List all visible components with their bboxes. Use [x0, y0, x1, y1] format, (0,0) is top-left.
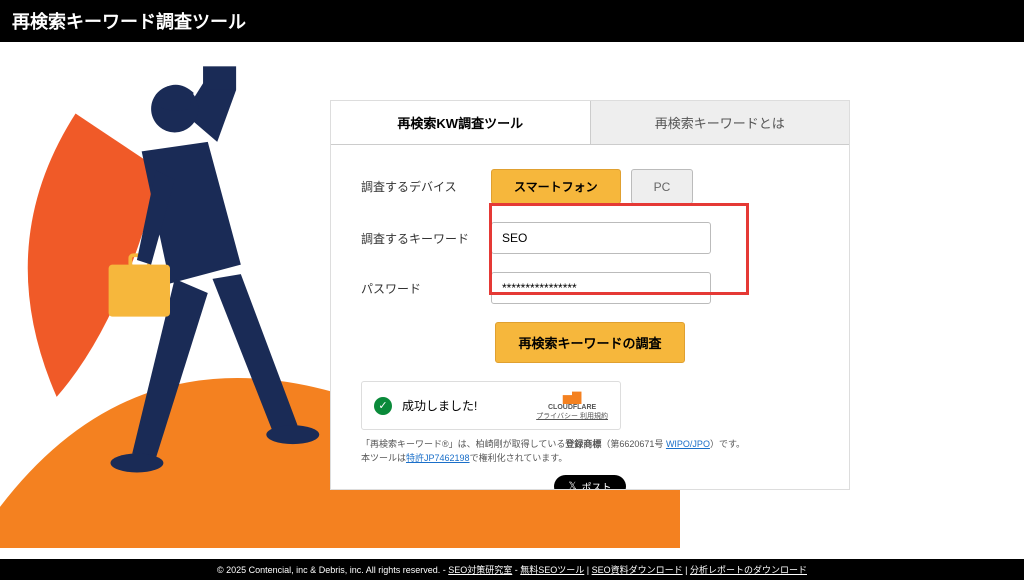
password-label: パスワード: [361, 280, 491, 297]
password-input[interactable]: [491, 272, 711, 304]
device-smartphone-button[interactable]: スマートフォン: [491, 169, 621, 204]
footer-link-1[interactable]: 無料SEOツール: [520, 565, 584, 575]
check-icon: ✓: [374, 397, 392, 415]
main-panel: 再検索KW調査ツール 再検索キーワードとは 調査するデバイス スマートフォン P…: [330, 100, 850, 490]
cloudflare-brand: ▅▇ CLOUDFLARE プライバシー 利用規約: [536, 390, 608, 421]
x-icon: 𝕏: [568, 481, 576, 489]
device-pc-button[interactable]: PC: [631, 169, 694, 204]
panel-body: 調査するデバイス スマートフォン PC 調査するキーワード パスワード 再検索キ…: [331, 145, 849, 489]
tab-about[interactable]: 再検索キーワードとは: [591, 101, 850, 144]
device-label: 調査するデバイス: [361, 178, 491, 195]
patent-link[interactable]: 特許JP7462198: [406, 453, 470, 463]
keyword-label: 調査するキーワード: [361, 230, 491, 247]
keyword-row: 調査するキーワード: [361, 222, 819, 254]
footer-link-3[interactable]: 分析レポートのダウンロード: [690, 565, 807, 575]
captcha-status: 成功しました!: [402, 397, 477, 414]
page-title: 再検索キーワード調査ツール: [12, 12, 246, 32]
footer-link-0[interactable]: SEO対策研究室: [448, 565, 512, 575]
password-row: パスワード: [361, 272, 819, 304]
tab-bar: 再検索KW調査ツール 再検索キーワードとは: [331, 101, 849, 145]
submit-button[interactable]: 再検索キーワードの調査: [495, 322, 684, 363]
keyword-input[interactable]: [491, 222, 711, 254]
page-footer: © 2025 Contencial, inc & Debris, inc. Al…: [0, 559, 1024, 580]
captcha-widget: ✓ 成功しました! ▅▇ CLOUDFLARE プライバシー 利用規約: [361, 381, 621, 430]
device-row: 調査するデバイス スマートフォン PC: [361, 169, 819, 204]
page-header: 再検索キーワード調査ツール: [0, 0, 1024, 42]
x-post-button[interactable]: 𝕏 ポスト: [554, 475, 625, 489]
tab-tool[interactable]: 再検索KW調査ツール: [331, 101, 591, 144]
trademark-note: 「再検索キーワード®」は、柏崎剛が取得している登録商標（第6620671号 WI…: [361, 438, 819, 465]
footer-link-2[interactable]: SEO資料ダウンロード: [592, 565, 683, 575]
wipo-link[interactable]: WIPO/JPO: [666, 439, 710, 449]
